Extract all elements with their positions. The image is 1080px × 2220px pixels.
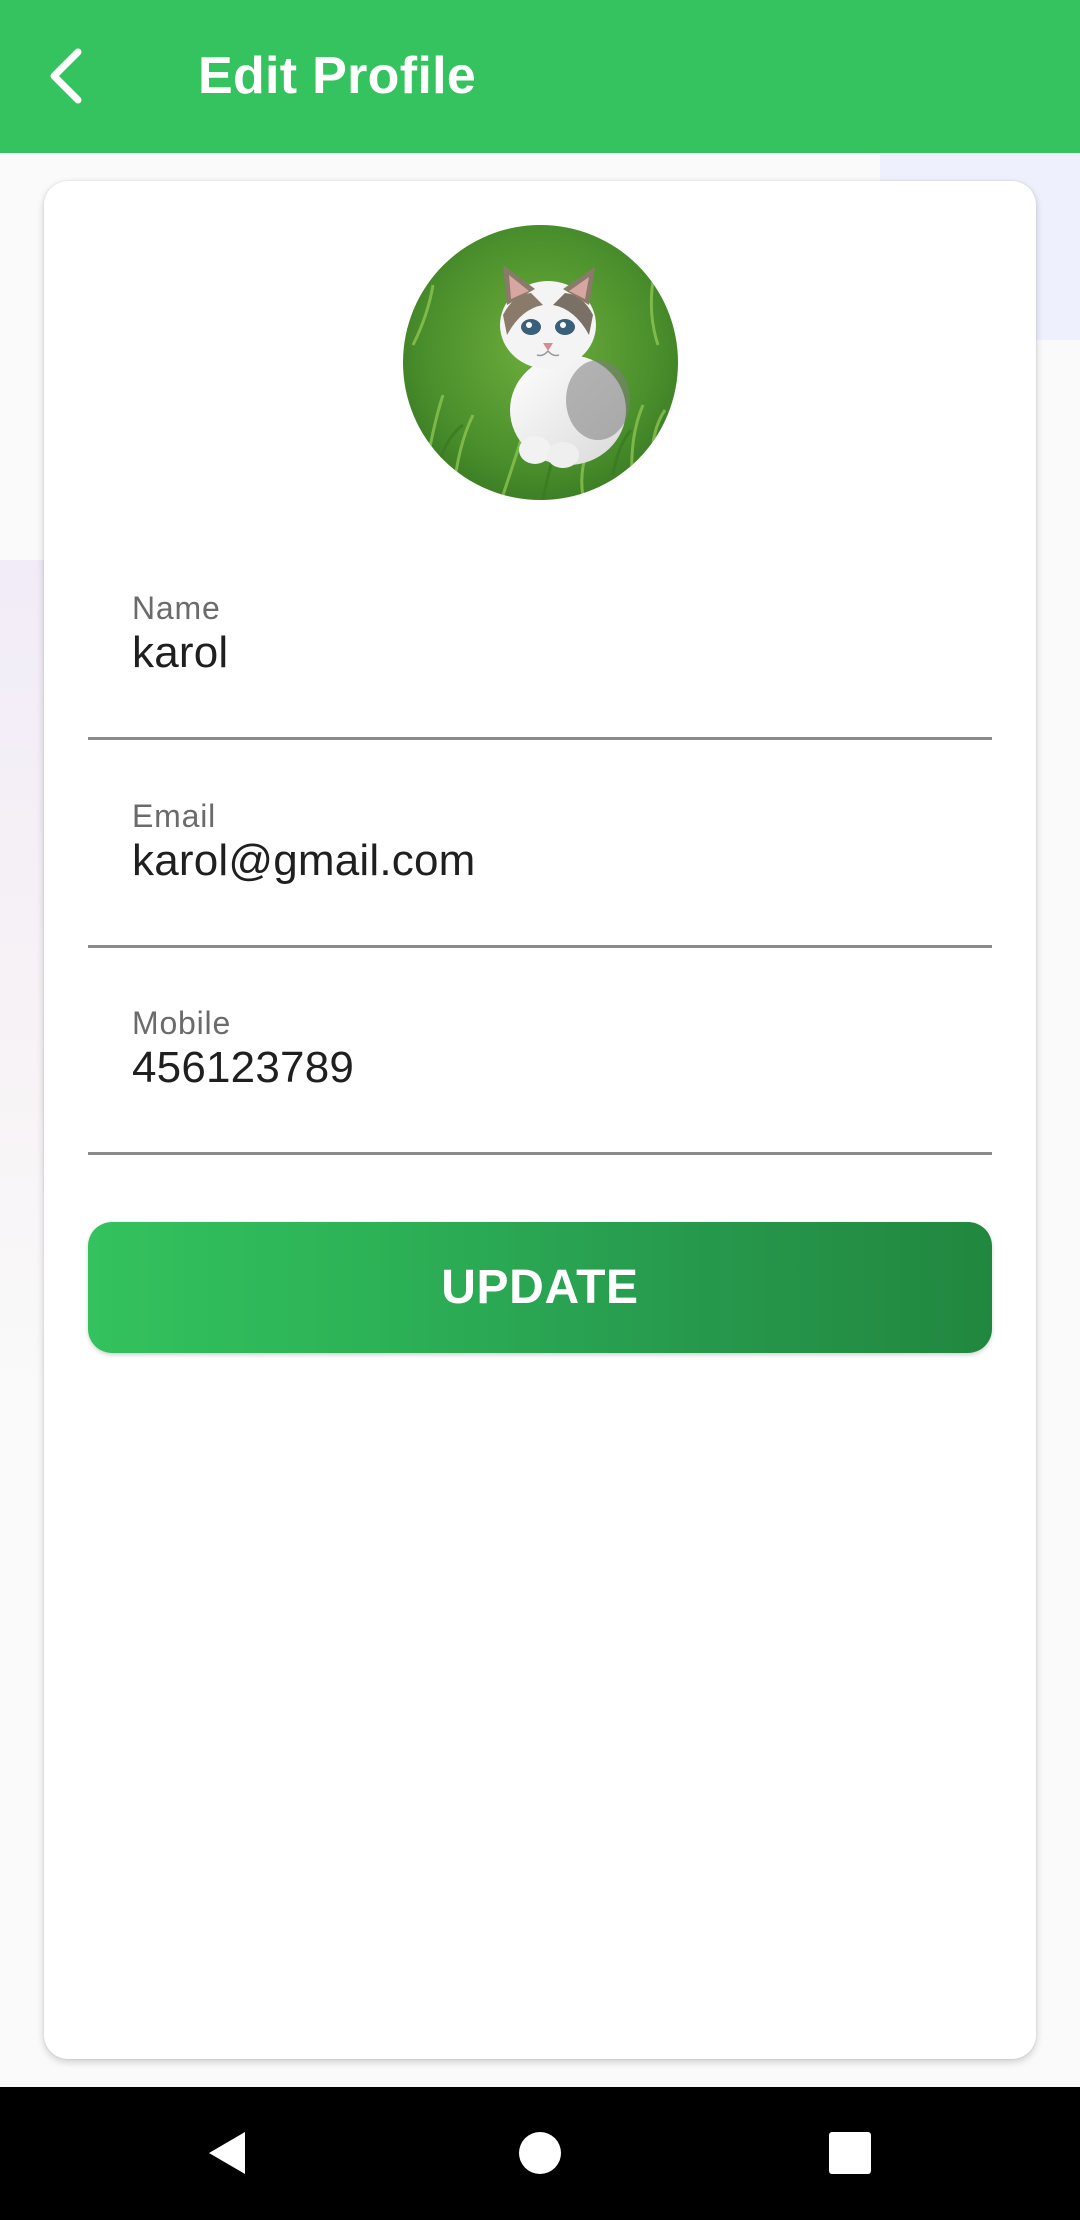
chevron-left-icon — [50, 48, 82, 104]
profile-avatar[interactable] — [403, 225, 678, 500]
triangle-back-icon — [209, 2132, 245, 2174]
mobile-field[interactable]: Mobile 456123789 — [88, 1005, 992, 1155]
app-bar: Edit Profile — [0, 0, 1080, 153]
square-recents-icon — [829, 2132, 871, 2174]
email-label: Email — [132, 798, 217, 834]
profile-card: Name karol Email karol@gmail.com Mobile … — [44, 181, 1036, 2059]
update-button[interactable]: UPDATE — [88, 1222, 992, 1353]
name-input[interactable]: karol — [132, 628, 228, 678]
system-navigation-bar — [0, 2087, 1080, 2220]
system-recents-button[interactable] — [800, 2103, 900, 2203]
name-field[interactable]: Name karol — [88, 590, 992, 740]
system-back-button[interactable] — [178, 2103, 278, 2203]
edit-profile-screen: Edit Profile Name karol Email karol@gmai… — [0, 0, 1080, 2220]
email-field[interactable]: Email karol@gmail.com — [88, 798, 992, 948]
name-label: Name — [132, 590, 221, 626]
page-title: Edit Profile — [198, 47, 477, 105]
circle-home-icon — [519, 2132, 561, 2174]
kitten-photo-image — [403, 225, 678, 500]
email-input[interactable]: karol@gmail.com — [132, 836, 476, 886]
email-underline — [88, 945, 992, 948]
mobile-underline — [88, 1152, 992, 1155]
mobile-label: Mobile — [132, 1005, 232, 1041]
mobile-input[interactable]: 456123789 — [132, 1043, 354, 1093]
system-home-button[interactable] — [490, 2103, 590, 2203]
update-button-label: UPDATE — [441, 1261, 639, 1314]
name-underline — [88, 737, 992, 740]
back-button[interactable] — [28, 36, 108, 116]
